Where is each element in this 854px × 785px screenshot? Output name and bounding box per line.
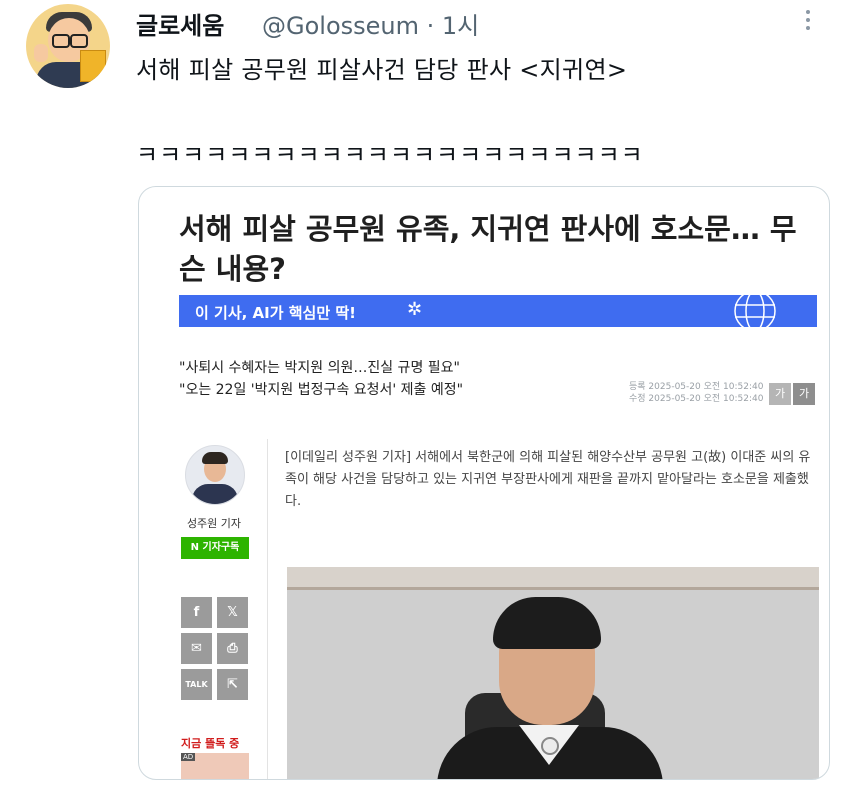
subtitle-1: "사퇴시 수혜자는 박지원 의원…진실 규명 필요" <box>179 360 460 376</box>
more-options-icon[interactable] <box>800 6 816 34</box>
avatar-glasses-left <box>52 34 70 48</box>
article-headline: 서해 피살 공무원 유족, 지귀연 판사에 호소문… 무슨 내용? <box>179 212 797 286</box>
print-icon[interactable]: ⎙ <box>217 633 248 664</box>
date-registered: 등록 2025-05-20 오전 10:52:40 <box>629 382 764 392</box>
facebook-icon[interactable]: f <box>181 597 212 628</box>
article-body: [이데일리 성주원 기자] 서해에서 북한군에 의해 피살된 해양수산부 공무원… <box>285 450 811 509</box>
judge-photo <box>287 567 819 779</box>
subtitle-2: "오는 22일 '박지원 법정구속 요청서' 제출 예정" <box>179 382 464 398</box>
cursor-click-icon: ✲ <box>407 299 423 320</box>
font-size-large-button[interactable]: 가 <box>793 383 815 405</box>
avatar-thumb <box>34 44 48 62</box>
profile-avatar[interactable] <box>26 4 110 88</box>
column-divider <box>267 439 268 779</box>
share-icon[interactable]: ⇱ <box>217 669 248 700</box>
author-name[interactable]: 글로세움 <box>136 6 224 41</box>
attached-image-card[interactable]: 서해 피살 공무원 유족, 지귀연 판사에 호소문… 무슨 내용? 이 기사, … <box>138 186 830 780</box>
ai-banner-label: 이 기사, AI가 핵심만 딱! <box>195 304 357 322</box>
ai-summary-banner[interactable]: 이 기사, AI가 핵심만 딱! ✲ <box>179 295 817 327</box>
font-size-small-button[interactable]: 가 <box>769 383 791 405</box>
reporter-name: 성주원 기자 <box>186 517 242 530</box>
article-dates: 등록 2025-05-20 오전 10:52:40 수정 2025-05-20 … <box>629 381 763 405</box>
x-icon[interactable]: 𝕏 <box>217 597 248 628</box>
mail-icon[interactable]: ✉ <box>181 633 212 664</box>
author-handle-time[interactable]: @Golosseum · 1시 <box>262 6 479 41</box>
avatar-sign <box>80 50 106 82</box>
reporter-photo <box>185 445 245 505</box>
ad-label: AD <box>181 753 196 761</box>
subscribe-reporter-button[interactable]: N 기자구독 <box>181 537 249 559</box>
avatar-glasses-right <box>70 34 88 48</box>
globe-icon <box>734 295 776 327</box>
date-modified: 수정 2025-05-20 오전 10:52:40 <box>629 394 764 404</box>
tweet-text-line2: ㅋㅋㅋㅋㅋㅋㅋㅋㅋㅋㅋㅋㅋㅋㅋㅋㅋㅋㅋㅋㅋㅋ <box>136 141 644 169</box>
ad-thumbnail[interactable]: AD <box>181 753 249 779</box>
article-subtitles: "사퇴시 수혜자는 박지원 의원…진실 규명 필요" "오는 22일 '박지원 … <box>179 357 463 401</box>
kakaotalk-icon[interactable]: TALK <box>181 669 212 700</box>
tweet-text-line1: 서해 피살 공무원 피살사건 담당 판사 <지귀연> <box>136 56 628 84</box>
now-reading-label: 지금 뜰독 중 <box>181 737 240 750</box>
